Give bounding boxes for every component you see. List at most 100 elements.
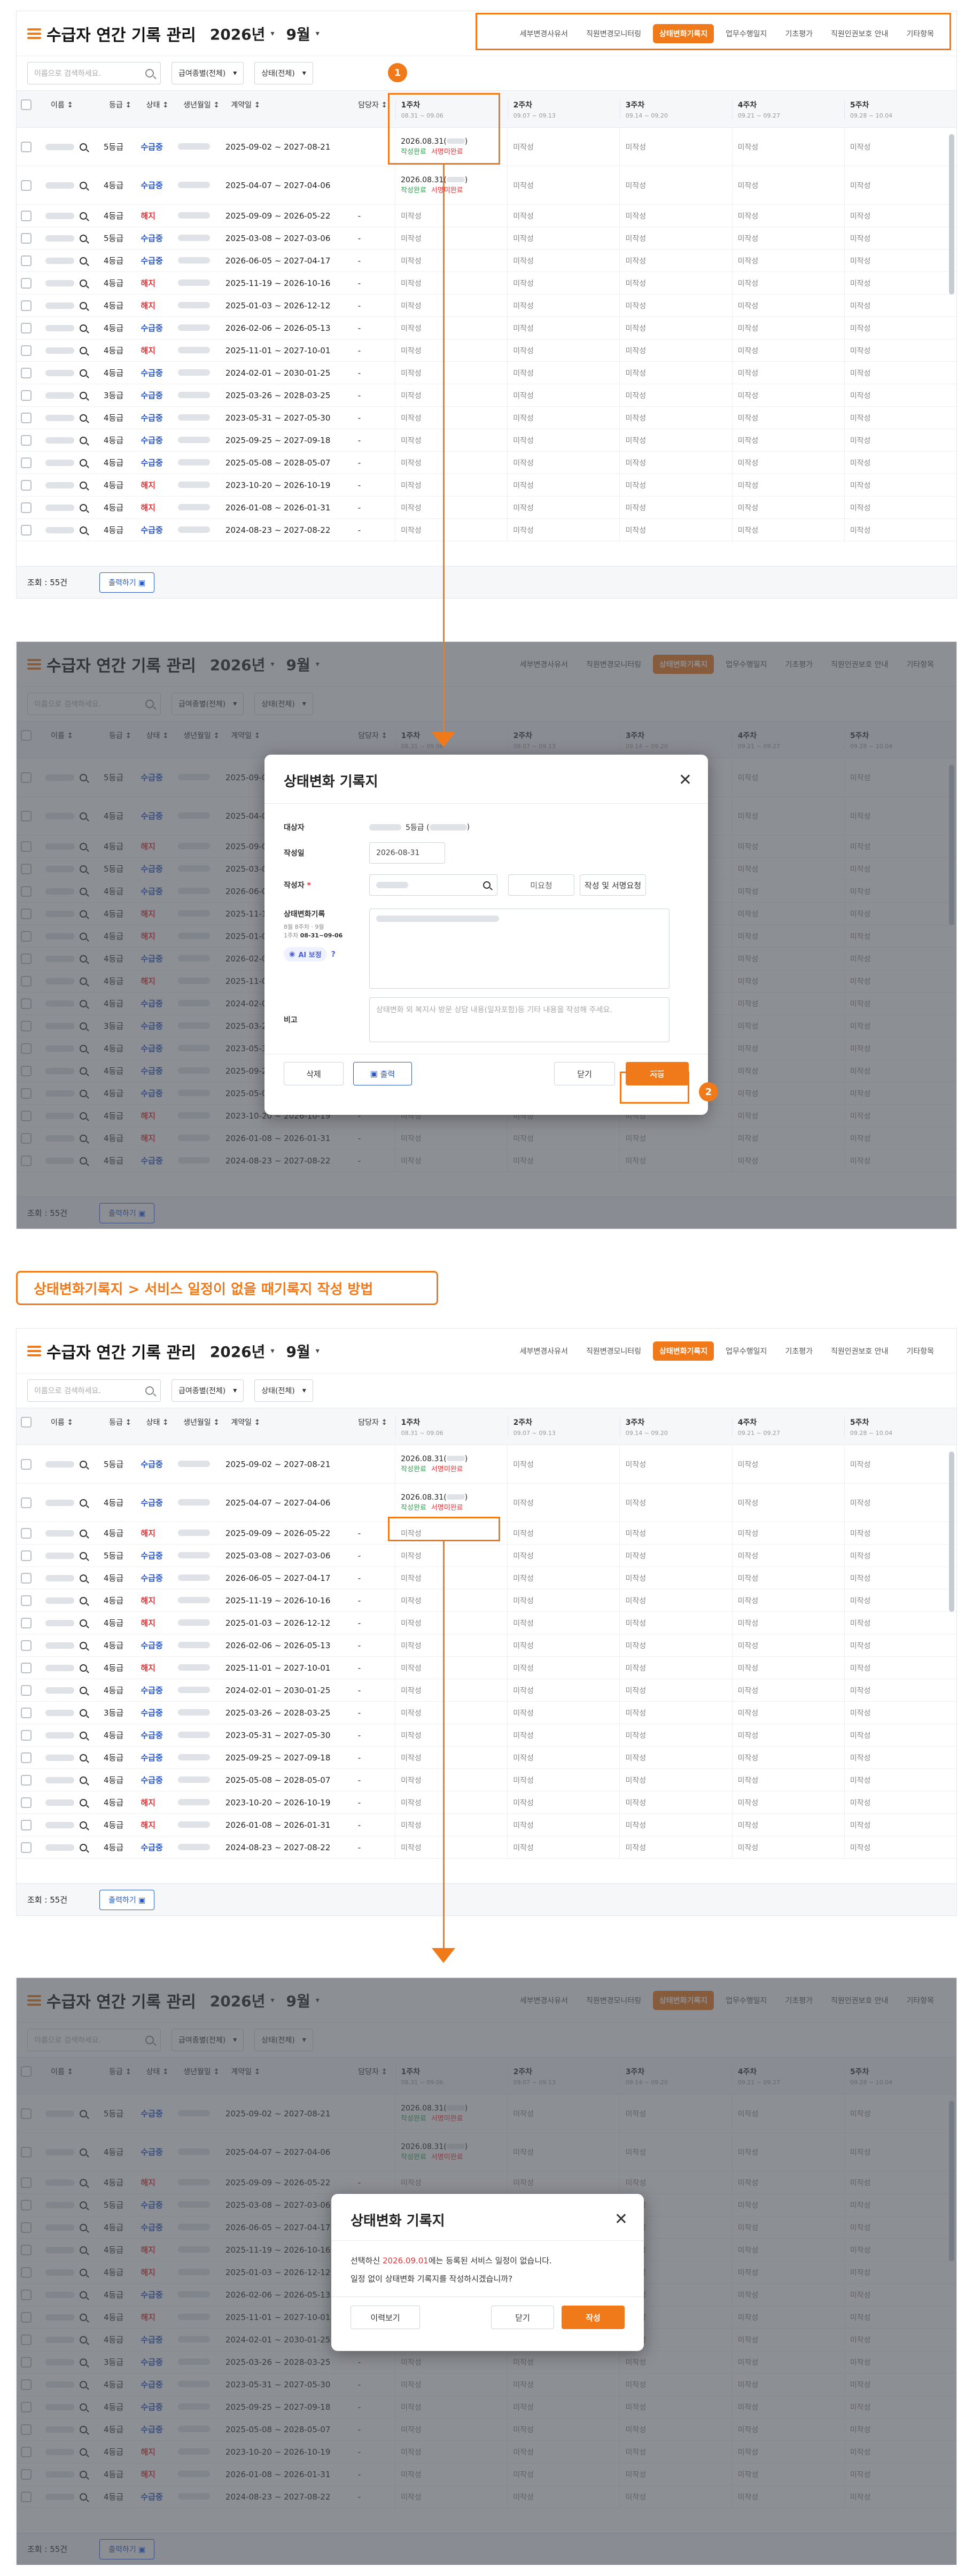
week-cell[interactable]: 미작성: [507, 205, 619, 227]
week-cell[interactable]: 미작성: [731, 1545, 844, 1566]
col-birth[interactable]: 생년월일 ↕: [178, 1417, 225, 1427]
row-checkbox[interactable]: [21, 1685, 32, 1696]
week-cell[interactable]: 미작성: [844, 1702, 956, 1724]
week-cell[interactable]: 미작성: [507, 1657, 619, 1679]
week-cell[interactable]: 미작성: [395, 1769, 507, 1791]
week-cell[interactable]: 미작성: [507, 519, 619, 541]
week-cell[interactable]: 미작성: [507, 317, 619, 339]
week-cell[interactable]: 미작성: [395, 1814, 507, 1836]
table-row[interactable]: 4등급 수급중 2023-05-31 ~ 2027-05-30 - 미작성 미작성…: [17, 407, 956, 429]
table-row[interactable]: 4등급 해지 2025-11-19 ~ 2026-10-16 - 미작성 미작성 미…: [17, 1589, 956, 1612]
week-cell[interactable]: 미작성: [731, 496, 844, 518]
week-cell[interactable]: 미작성: [731, 1679, 844, 1701]
week-cell[interactable]: 미작성: [395, 1545, 507, 1566]
print-button[interactable]: ▣ 출력: [353, 1062, 412, 1085]
search-icon[interactable]: [80, 1574, 87, 1582]
week-cell[interactable]: 미작성: [507, 339, 619, 361]
table-row[interactable]: 4등급 수급중 2024-08-23 ~ 2027-08-22 - 미작성 미작성…: [17, 1836, 956, 1859]
week-cell[interactable]: 미작성: [619, 227, 731, 249]
row-checkbox[interactable]: [21, 210, 32, 221]
week-cell[interactable]: 미작성: [395, 294, 507, 316]
search-icon[interactable]: [80, 1499, 87, 1507]
week-cell[interactable]: 미작성: [844, 1545, 956, 1566]
week-cell[interactable]: 미작성: [507, 452, 619, 474]
search-icon[interactable]: [80, 212, 87, 220]
week-cell[interactable]: 미작성: [731, 1791, 844, 1813]
week-cell[interactable]: 미작성: [395, 1589, 507, 1611]
row-checkbox[interactable]: [21, 1497, 32, 1508]
week-cell[interactable]: 미작성: [619, 1634, 731, 1656]
tab-work-log[interactable]: 업무수행일지: [719, 1341, 773, 1361]
search-icon[interactable]: [80, 181, 87, 189]
row-checkbox[interactable]: [21, 434, 32, 446]
week-cell[interactable]: 미작성: [731, 1724, 844, 1746]
search-icon[interactable]: [80, 1821, 87, 1829]
search-icon[interactable]: [80, 143, 87, 151]
col-name[interactable]: 이름 ↕: [45, 99, 104, 110]
print-button[interactable]: 출력하기 ▣: [99, 572, 155, 593]
week-cell[interactable]: 미작성: [844, 272, 956, 294]
col-grade[interactable]: 등급 ↕: [104, 99, 141, 110]
week-cell[interactable]: 미작성: [507, 294, 619, 316]
status-select[interactable]: 상태(전체) ▾: [254, 62, 313, 84]
week-cell[interactable]: 미작성: [395, 317, 507, 339]
week-cell[interactable]: 미작성: [731, 1814, 844, 1836]
week-cell[interactable]: 미작성: [395, 1836, 507, 1858]
week-cell[interactable]: 미작성: [731, 339, 844, 361]
wage-type-select[interactable]: 급여종별(전체) ▾: [172, 62, 244, 84]
week-cell[interactable]: 미작성: [844, 1522, 956, 1544]
week-cell[interactable]: 미작성: [731, 272, 844, 294]
week-cell[interactable]: 미작성: [395, 429, 507, 451]
week-cell[interactable]: 미작성: [395, 519, 507, 541]
week-cell[interactable]: 미작성: [507, 429, 619, 451]
week-cell[interactable]: 미작성: [844, 1484, 956, 1522]
week-cell[interactable]: 미작성: [619, 1702, 731, 1724]
table-row[interactable]: 4등급 수급중 2024-02-01 ~ 2030-01-25 - 미작성 미작성…: [17, 362, 956, 384]
week-cell[interactable]: 미작성: [844, 1836, 956, 1858]
search-icon[interactable]: [80, 436, 87, 444]
week-cell[interactable]: 미작성: [844, 1445, 956, 1483]
week-cell[interactable]: 미작성: [844, 496, 956, 518]
search-icon[interactable]: [80, 234, 87, 242]
week-cell[interactable]: 미작성: [507, 1702, 619, 1724]
week-cell[interactable]: 미작성: [619, 1747, 731, 1768]
table-row[interactable]: 4등급 해지 2025-11-19 ~ 2026-10-16 - 미작성 미작성 미…: [17, 272, 956, 294]
table-row[interactable]: 3등급 수급중 2025-03-26 ~ 2028-03-25 - 미작성 미작성…: [17, 1702, 956, 1724]
week-cell[interactable]: 미작성: [619, 1769, 731, 1791]
row-checkbox[interactable]: [21, 277, 32, 289]
row-checkbox[interactable]: [21, 1595, 32, 1606]
table-row[interactable]: 4등급 수급중 2024-08-23 ~ 2027-08-22 - 미작성 미작성…: [17, 519, 956, 541]
search-icon[interactable]: [80, 301, 87, 309]
row-checkbox[interactable]: [21, 1797, 32, 1808]
week-cell[interactable]: 미작성: [731, 1657, 844, 1679]
close-icon[interactable]: ✕: [614, 2210, 628, 2229]
table-row[interactable]: 5등급 수급중 2025-03-08 ~ 2027-03-06 - 미작성 미작성…: [17, 1545, 956, 1567]
row-checkbox[interactable]: [21, 300, 32, 311]
table-row[interactable]: 5등급 수급중 2025-03-08 ~ 2027-03-06 - 미작성 미작성…: [17, 227, 956, 250]
week-cell[interactable]: 미작성: [844, 1747, 956, 1768]
week-cell[interactable]: 미작성: [507, 496, 619, 518]
row-checkbox[interactable]: [21, 1752, 32, 1763]
col-grade[interactable]: 등급 ↕: [104, 1417, 141, 1427]
menu-icon[interactable]: [27, 28, 41, 39]
week-cell[interactable]: 미작성: [619, 1836, 731, 1858]
tab-basic-eval[interactable]: 기초평가: [779, 1341, 819, 1361]
week-cell[interactable]: 미작성: [395, 384, 507, 406]
ai-correct-button[interactable]: ◉ AI 보정: [284, 947, 327, 961]
week-cell[interactable]: 미작성: [507, 1484, 619, 1522]
week-cell[interactable]: 미작성: [844, 519, 956, 541]
week-cell[interactable]: 미작성: [619, 1567, 731, 1589]
search-icon[interactable]: [80, 503, 87, 511]
search-icon[interactable]: [80, 369, 87, 377]
table-row[interactable]: 4등급 해지 2023-10-20 ~ 2026-10-19 - 미작성 미작성 미…: [17, 474, 956, 496]
week-cell[interactable]: 미작성: [507, 1836, 619, 1858]
week-cell[interactable]: 미작성: [731, 205, 844, 227]
week-cell[interactable]: 미작성: [619, 1791, 731, 1813]
week-cell[interactable]: 미작성: [731, 1836, 844, 1858]
week-cell[interactable]: 미작성: [844, 166, 956, 204]
table-row[interactable]: 4등급 해지 2026-01-08 ~ 2026-01-31 - 미작성 미작성 미…: [17, 1814, 956, 1836]
search-icon[interactable]: [80, 1529, 87, 1537]
select-all-checkbox[interactable]: [21, 1417, 32, 1427]
week-cell[interactable]: 미작성: [619, 205, 731, 227]
week-cell[interactable]: 미작성: [731, 1634, 844, 1656]
